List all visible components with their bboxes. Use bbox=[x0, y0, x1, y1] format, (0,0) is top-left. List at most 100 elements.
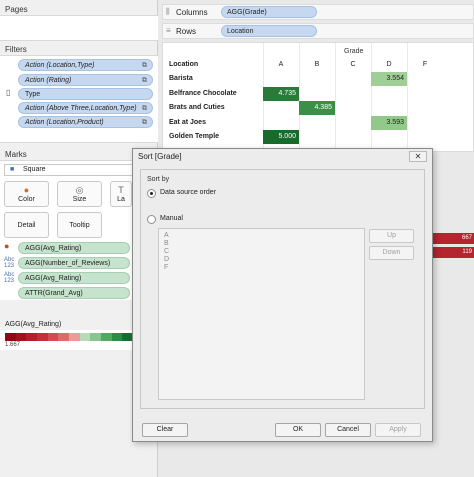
location-row-label[interactable]: Belfrance Chocolate bbox=[169, 90, 237, 97]
location-row-label[interactable]: Brats and Cuties bbox=[169, 104, 225, 111]
down-button[interactable]: Down bbox=[369, 246, 414, 260]
filters-header: Filters bbox=[5, 45, 27, 54]
tooltip-button-label: Tooltip bbox=[69, 222, 90, 229]
legend-swatch bbox=[79, 333, 91, 341]
legend-swatch bbox=[26, 333, 38, 341]
marks-field-pill[interactable]: AGG(Number_of_Reviews) bbox=[18, 257, 130, 269]
filter-pill[interactable]: Action (Location,Product) ⧉ bbox=[18, 116, 153, 128]
legend-swatch bbox=[69, 333, 80, 341]
marks-field-label: AGG(Avg_Rating) bbox=[25, 245, 82, 252]
grade-column-header[interactable]: C bbox=[335, 61, 371, 68]
marks-field-label: AGG(Avg_Rating) bbox=[25, 275, 82, 282]
legend-swatch bbox=[37, 333, 48, 341]
text-field-icon: Abc 123 bbox=[4, 257, 15, 269]
grid-line bbox=[299, 43, 300, 153]
grid-line bbox=[335, 43, 336, 153]
ok-button[interactable]: OK bbox=[275, 423, 321, 437]
legend-swatch bbox=[47, 333, 59, 341]
grade-column-header[interactable]: F bbox=[407, 61, 443, 68]
grade-column-header[interactable]: A bbox=[263, 61, 299, 68]
close-icon[interactable]: ✕ bbox=[409, 151, 427, 162]
list-item[interactable]: A bbox=[164, 232, 169, 239]
filters-shelf: Action (Location,Type) ⧉ Action (Rating)… bbox=[0, 55, 158, 143]
cancel-button[interactable]: Cancel bbox=[325, 423, 371, 437]
filter-pill-label: Action (Location,Type) bbox=[25, 62, 95, 69]
legend-swatch bbox=[15, 333, 27, 341]
mark-type-value: Square bbox=[23, 166, 46, 173]
clear-button[interactable]: Clear bbox=[142, 423, 188, 437]
location-row-label[interactable]: Golden Temple bbox=[169, 133, 219, 140]
color-button-label: Color bbox=[18, 196, 35, 203]
filter-pill-label: Action (Above Three,Location,Type) bbox=[25, 105, 137, 112]
heatmap-cell[interactable]: 3.554 bbox=[371, 72, 407, 86]
sort-dialog: Sort [Grade] ✕ Sort by Data source order… bbox=[132, 148, 433, 442]
color-button[interactable]: ● Color bbox=[4, 181, 49, 207]
size-icon: ◎ bbox=[75, 185, 84, 195]
rows-label: Rows bbox=[176, 27, 197, 36]
filter-pill[interactable]: Action (Above Three,Location,Type) ⧉ bbox=[18, 102, 153, 114]
list-item[interactable]: B bbox=[164, 240, 169, 247]
hidden-cell-value: 119 bbox=[430, 247, 474, 258]
label-button[interactable]: T La bbox=[110, 181, 132, 207]
apply-button[interactable]: Apply bbox=[375, 423, 421, 437]
location-row-label[interactable]: Barista bbox=[169, 75, 193, 82]
legend-swatch bbox=[101, 333, 112, 341]
up-button[interactable]: Up bbox=[369, 229, 414, 243]
grade-column-header[interactable]: D bbox=[371, 61, 407, 68]
filter-checkbox-icon: ▯ bbox=[6, 88, 11, 97]
manual-label: Manual bbox=[160, 215, 183, 222]
legend-swatch bbox=[111, 333, 123, 341]
size-button[interactable]: ◎ Size bbox=[57, 181, 102, 207]
rows-pill[interactable]: Location bbox=[221, 25, 317, 37]
data-source-label: Data source order bbox=[160, 189, 217, 196]
grade-column-header[interactable]: B bbox=[299, 61, 335, 68]
columns-shelf[interactable]: ⫼ Columns AGG(Grade) bbox=[162, 4, 474, 20]
tooltip-button[interactable]: Tooltip bbox=[57, 212, 102, 238]
columns-icon: ⫼ bbox=[166, 7, 170, 16]
text-field-icon: Abc 123 bbox=[4, 272, 15, 284]
detail-button[interactable]: Detail bbox=[4, 212, 49, 238]
marks-field-label: AGG(Number_of_Reviews) bbox=[25, 260, 111, 267]
marks-field-pill[interactable]: AGG(Avg_Rating) bbox=[18, 272, 130, 284]
columns-pill[interactable]: AGG(Grade) bbox=[221, 6, 317, 18]
columns-label: Columns bbox=[176, 8, 208, 17]
list-item[interactable]: D bbox=[164, 256, 169, 263]
color-icon: ● bbox=[23, 185, 30, 195]
location-row-label[interactable]: Eat at Joes bbox=[169, 119, 206, 126]
data-source-radio[interactable] bbox=[147, 189, 156, 198]
marks-field-pill[interactable]: ATTR(Grand_Avg) bbox=[18, 287, 130, 299]
detail-button-label: Detail bbox=[17, 222, 36, 229]
filter-link-icon: ⧉ bbox=[142, 119, 147, 126]
filter-pill[interactable]: Type bbox=[18, 88, 153, 100]
filter-pill[interactable]: Action (Rating) ⧉ bbox=[18, 74, 153, 86]
legend-swatch bbox=[5, 333, 16, 341]
list-item[interactable]: C bbox=[164, 248, 169, 255]
label-icon: T bbox=[118, 185, 124, 195]
grade-header: Grade bbox=[344, 48, 364, 55]
hidden-cell-value: 667 bbox=[430, 233, 474, 244]
filter-pill-label: Type bbox=[25, 91, 41, 98]
manual-radio[interactable] bbox=[147, 215, 156, 224]
rows-shelf[interactable]: ≡ Rows Location bbox=[162, 23, 474, 39]
heatmap-cell[interactable]: 4.735 bbox=[263, 86, 299, 101]
marks-field-label: ATTR(Grand_Avg) bbox=[25, 290, 83, 297]
grid-line bbox=[371, 43, 372, 153]
heatmap-cell[interactable]: 4.385 bbox=[299, 101, 335, 115]
filter-pill-label: Action (Rating) bbox=[25, 77, 72, 84]
label-button-label: La bbox=[117, 196, 125, 203]
list-item[interactable]: F bbox=[164, 264, 168, 271]
filter-pill-label: Action (Location,Product) bbox=[25, 119, 104, 126]
square-mark-icon: ■ bbox=[10, 166, 15, 173]
manual-sort-list[interactable]: A B C D F bbox=[158, 228, 365, 400]
filter-link-icon: ⧉ bbox=[142, 77, 147, 84]
color-legend-bar[interactable] bbox=[5, 333, 134, 341]
viz-table: Grade Location A B C D F Barista 3.554 Belfranc… bbox=[162, 42, 474, 153]
heatmap-cell[interactable]: 3.593 bbox=[371, 115, 407, 130]
filter-pill[interactable]: Action (Location,Type) ⧉ bbox=[18, 59, 153, 71]
color-field-icon: ● bbox=[4, 241, 10, 251]
legend-swatch bbox=[58, 333, 70, 341]
heatmap-cell[interactable]: 5.000 bbox=[263, 130, 299, 144]
marks-field-pill[interactable]: AGG(Avg_Rating) bbox=[18, 242, 130, 254]
sort-by-label: Sort by bbox=[147, 176, 170, 183]
pages-shelf[interactable] bbox=[0, 15, 158, 41]
